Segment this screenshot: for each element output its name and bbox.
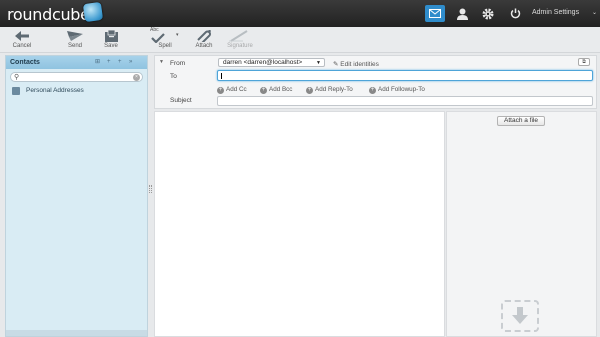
save-drawer-icon (96, 29, 126, 43)
pencil-icon: ✎ (333, 61, 339, 68)
search-icon: ⚲ (14, 74, 20, 81)
subject-input[interactable] (217, 96, 593, 106)
contacts-header: Contacts ⊞ + + » (6, 56, 147, 69)
signature-label: Signature (227, 43, 253, 49)
to-recipients-input[interactable] (217, 70, 593, 81)
save-label: Save (104, 43, 118, 49)
to-label: To (170, 73, 177, 80)
clear-search-icon[interactable]: × (133, 74, 140, 81)
save-button[interactable]: Save (96, 29, 126, 49)
cancel-label: Cancel (12, 43, 32, 49)
address-book-icon (12, 87, 20, 95)
top-header-bar: roundcube Admin Settings ⌄ (0, 0, 600, 27)
edit-identities-link[interactable]: ✎ Edit identities (333, 60, 379, 68)
from-identity-select[interactable]: darren <darren@localhost> ▼ (218, 58, 325, 67)
collapse-headers-icon[interactable]: ▼ (159, 59, 164, 65)
plus-icon: + (260, 87, 267, 94)
add-contact-icon[interactable]: + (107, 56, 111, 69)
compose-headers: ▼ From darren <darren@localhost> ▼ ✎ Edi… (154, 55, 597, 109)
add-bcc-label: Add Bcc (269, 86, 293, 93)
roundcube-logo: roundcube (7, 5, 90, 24)
file-drop-zone[interactable] (501, 300, 539, 332)
back-arrow-icon (7, 29, 37, 43)
message-body-editor[interactable] (154, 111, 445, 337)
paperclip-icon (189, 29, 219, 43)
download-arrow-icon (512, 307, 528, 324)
sidebar-footer (6, 330, 147, 336)
spell-check-icon: Abc ▾ (150, 27, 180, 43)
contacts-title: Contacts (10, 59, 40, 66)
attach-label: Attach (195, 43, 213, 49)
send-icon (60, 29, 90, 43)
logout-power-icon[interactable] (507, 6, 523, 21)
add-reply-to-link[interactable]: + Add Reply-To (306, 86, 353, 94)
text-cursor (221, 73, 222, 79)
address-book-label: Personal Addresses (26, 87, 84, 94)
add-cc-link[interactable]: + Add Cc (217, 86, 247, 94)
chevron-down-icon[interactable]: ⌄ (592, 9, 597, 16)
cancel-button[interactable]: Cancel (7, 29, 37, 49)
from-value: darren <darren@localhost> (223, 59, 303, 66)
add-followup-to-link[interactable]: + Add Followup-To (369, 86, 425, 94)
from-label: From (170, 60, 186, 67)
spell-abc-label: Abc (150, 27, 159, 33)
compose-toolbar: Cancel Send Save Abc ▾ Spell Attach Sign… (0, 27, 600, 53)
mail-icon[interactable] (425, 5, 445, 22)
edit-identities-label: Edit identities (340, 61, 379, 68)
add-followup-to-label: Add Followup-To (378, 86, 425, 93)
plus-icon: + (217, 87, 224, 94)
contact-search-input[interactable]: ⚲ × (10, 72, 143, 82)
contacts-icon[interactable] (454, 6, 470, 21)
send-label: Send (67, 43, 82, 49)
signature-button[interactable]: Signature (222, 29, 258, 49)
sidebar-more-icon[interactable]: » (129, 56, 132, 69)
spell-dropdown-icon[interactable]: ▾ (176, 32, 179, 38)
spell-check-button[interactable]: Abc ▾ Spell (150, 27, 180, 49)
plus-icon: + (369, 87, 376, 94)
add-reply-to-label: Add Reply-To (315, 86, 353, 93)
attachments-pane: Attach a file (446, 111, 597, 337)
plus-icon: + (306, 87, 313, 94)
signature-pen-icon (222, 29, 258, 43)
spell-label: Spell (158, 43, 172, 49)
add-cc-label: Add Cc (226, 86, 247, 93)
contacts-sidebar: Contacts ⊞ + + » ⚲ × Personal Addresses (5, 55, 148, 337)
sidebar-options-icon[interactable]: ⊞ (95, 56, 100, 69)
subject-label: Subject (170, 97, 192, 104)
pane-splitter-handle[interactable] (149, 185, 152, 193)
add-bcc-link[interactable]: + Add Bcc (260, 86, 292, 94)
attach-button[interactable]: Attach (189, 29, 219, 49)
attach-file-button[interactable]: Attach a file (497, 116, 545, 126)
admin-settings-menu[interactable]: Admin Settings (532, 9, 579, 16)
send-button[interactable]: Send (60, 29, 90, 49)
chevron-down-icon: ▼ (316, 60, 321, 66)
address-book-personal[interactable]: Personal Addresses (6, 85, 147, 97)
insert-contact-icon[interactable]: + (118, 56, 122, 69)
expand-editor-icon[interactable]: ⧉ (578, 58, 590, 66)
logo-cube-icon (82, 1, 104, 23)
settings-gear-icon[interactable] (480, 6, 496, 21)
